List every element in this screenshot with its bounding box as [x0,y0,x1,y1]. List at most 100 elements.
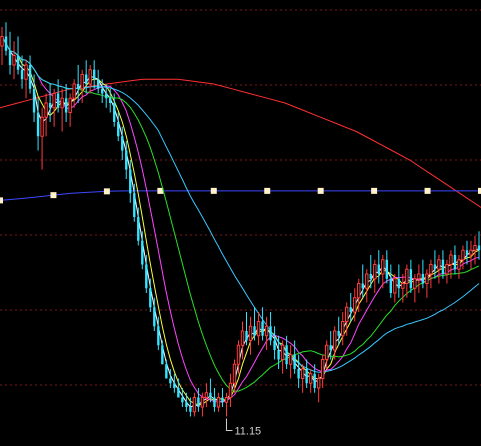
candle-body [40,116,44,137]
candle-body [425,273,429,284]
candle-body [169,378,172,384]
candle-body [297,369,300,379]
candle-body [56,93,60,108]
candle-body [393,278,397,294]
blue-line-marker [317,187,324,194]
candle-body [192,397,197,413]
candle-body [12,55,16,66]
low-price-label: 11.15 [234,426,261,438]
candle-body [441,259,445,274]
ma_blue-line [0,190,481,201]
candle-body [345,306,349,322]
candle-body [385,259,389,279]
candle-body [232,363,237,384]
candle-body [357,283,361,299]
candle-body [204,392,209,398]
candle-body [337,331,340,336]
candle-body [329,345,332,350]
candle-body [313,373,316,388]
candle-body [185,402,188,407]
candle-body [293,354,296,369]
candle-body [429,264,433,275]
candle-body [437,259,441,270]
candle-body [228,382,233,398]
candle-body [453,255,457,270]
candle-body [36,112,40,137]
candle-body [332,330,337,351]
candle-body [72,83,76,99]
blue-line-marker [103,188,110,195]
candle-body [349,307,352,312]
blue-line-marker [210,187,217,194]
candle-body [117,122,120,137]
blue-line-marker [371,187,378,194]
candle-body [449,254,453,265]
candle-body [245,331,248,341]
candle-body [161,345,164,365]
candle-body [308,373,313,384]
candle-body [397,278,401,289]
candle-body [141,240,144,265]
grid-lines [0,9,481,386]
candle-body [197,397,200,407]
candle-body [97,79,100,89]
candle-body [200,397,205,408]
candle-body [280,344,285,360]
candle-body [465,250,469,255]
candle-body [316,378,321,389]
candle-body [88,69,92,85]
candle-body [133,193,136,217]
candle-body [113,103,116,122]
candle-body [341,321,345,337]
candle-body [8,50,12,65]
candle-body [28,65,32,89]
candle-body [305,369,308,384]
moving-average-lines [0,36,481,408]
candle-body [64,98,68,113]
candle-body [473,245,477,251]
candle-body [125,150,128,170]
candle-body [121,136,124,151]
candle-body [273,340,276,350]
candle-body [353,297,357,313]
candle-body [373,264,377,280]
candle-body [405,268,409,284]
blue-line-marker [264,187,271,194]
candle-body [477,245,481,251]
candle-body [285,345,288,365]
candle-body [401,283,405,289]
candle-body [68,97,72,113]
candle-body [80,74,84,90]
candle-body [457,259,461,270]
candle-body [60,97,64,109]
candle-body [109,98,112,103]
candle-body [0,36,4,47]
candle-body [389,278,393,293]
blue-line-marker [0,197,3,204]
candle-body [20,69,24,80]
candle-body [320,359,325,379]
candle-body [105,93,108,99]
candle-body [84,74,88,84]
candle-body [24,64,28,80]
candle-body [153,307,156,327]
low-marker-pointer [225,418,233,431]
candle-body [240,330,245,346]
candle-body [16,55,20,70]
candle-body [417,273,421,280]
candle-body [173,383,176,388]
candle-body [269,326,272,341]
candle-body [248,325,253,341]
candle-body [377,264,380,274]
candle-body [48,103,52,108]
candle-body [224,397,229,403]
candle-body [433,264,437,270]
blue-line-marker [424,187,431,194]
candle-body [324,344,329,360]
candle-body [445,264,449,275]
candle-body [213,397,216,407]
candle-body [369,274,372,279]
candle-body [413,278,417,289]
candle-body [361,283,364,289]
candle-body [469,249,473,256]
